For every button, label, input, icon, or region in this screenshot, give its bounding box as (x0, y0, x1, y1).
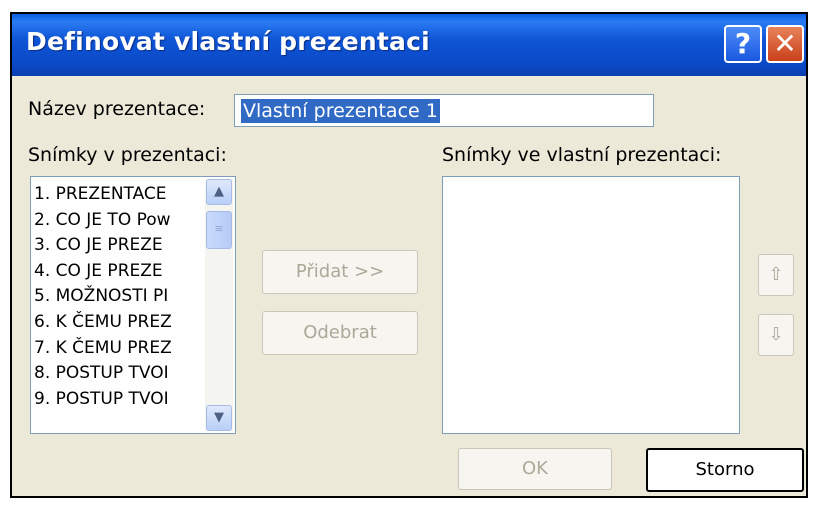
help-button[interactable]: ? (724, 25, 762, 63)
list-item[interactable]: 6. K ČEMU PREZ (34, 310, 202, 336)
custom-show-slides-label: Snímky ve vlastní prezentaci: (442, 144, 722, 166)
presentation-name-input[interactable]: Vlastní prezentace 1 (234, 94, 654, 127)
arrow-up-icon: ⇧ (768, 264, 784, 285)
scroll-thumb[interactable]: ≡ (206, 211, 232, 249)
list-item[interactable]: 5. MOŽNOSTI PI (34, 284, 202, 310)
list-item[interactable]: 9. POSTUP TVOI (34, 387, 202, 413)
move-up-button[interactable]: ⇧ (758, 254, 794, 296)
cancel-button[interactable]: Storno (646, 448, 804, 492)
chevron-up-icon: ▲ (214, 184, 224, 199)
list-item[interactable]: 2. CO JE TO Pow (34, 208, 202, 234)
presentation-name-label: Název prezentace: (28, 98, 206, 120)
presentation-name-value: Vlastní prezentace 1 (241, 99, 440, 123)
arrow-down-icon: ⇩ (768, 324, 784, 345)
ok-button[interactable]: OK (458, 448, 612, 490)
move-down-button[interactable]: ⇩ (758, 314, 794, 356)
close-icon: ✕ (773, 27, 797, 60)
close-button[interactable]: ✕ (766, 25, 804, 63)
add-button[interactable]: Přidat >> (262, 250, 418, 294)
list-item[interactable]: 8. POSTUP TVOI (34, 361, 202, 387)
grip-icon: ≡ (214, 222, 224, 235)
list-item[interactable]: 7. K ČEMU PREZ (34, 336, 202, 362)
help-icon: ? (734, 27, 752, 60)
dialog-title: Definovat vlastní prezentaci (26, 27, 430, 56)
remove-button[interactable]: Odebrat (262, 311, 418, 355)
chevron-down-icon: ▼ (214, 410, 224, 425)
list-item[interactable]: 4. CO JE PREZE (34, 259, 202, 285)
list-item[interactable]: 3. CO JE PREZE (34, 233, 202, 259)
source-list-scrollbar[interactable]: ▲ ≡ ▼ (205, 179, 233, 431)
list-item[interactable]: 1. PREZENTACE (34, 182, 202, 208)
source-slides-list[interactable]: 1. PREZENTACE 2. CO JE TO Pow 3. CO JE P… (30, 176, 236, 434)
scroll-down-button[interactable]: ▼ (206, 405, 232, 431)
custom-show-slides-list[interactable] (442, 176, 740, 434)
title-bar[interactable]: Definovat vlastní prezentaci ? ✕ (12, 14, 806, 76)
source-slides-label: Snímky v prezentaci: (28, 144, 227, 166)
scroll-up-button[interactable]: ▲ (206, 179, 232, 205)
custom-show-dialog: Definovat vlastní prezentaci ? ✕ Název p… (10, 12, 808, 498)
